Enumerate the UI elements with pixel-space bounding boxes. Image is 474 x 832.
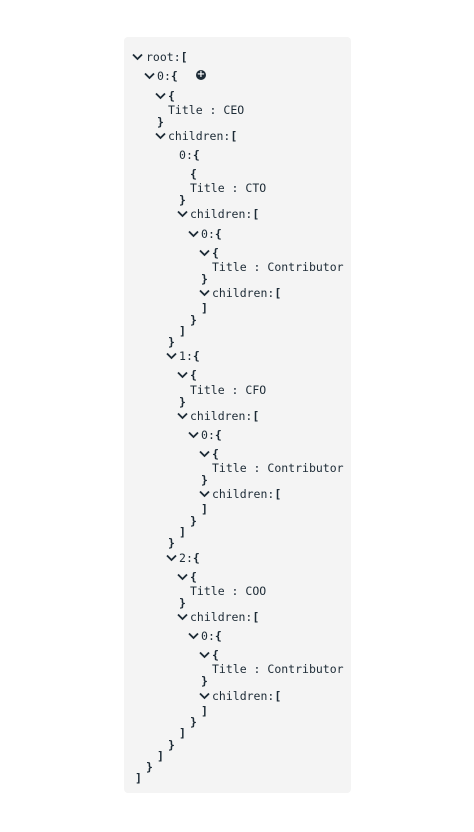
array-close-bracket: ] bbox=[201, 301, 208, 315]
node-index-label: 0:{ bbox=[201, 428, 222, 442]
chevron-down-icon[interactable] bbox=[199, 692, 210, 700]
object-close-brace: } bbox=[179, 596, 186, 610]
chevron-down-icon[interactable] bbox=[166, 554, 177, 562]
title-field: Title : CFO bbox=[190, 383, 267, 397]
object-open-brace: { bbox=[190, 167, 197, 181]
chevron-down-icon[interactable] bbox=[199, 490, 210, 498]
children-label: children:[ bbox=[212, 487, 282, 501]
chevron-down-icon[interactable] bbox=[199, 450, 210, 458]
chevron-down-icon[interactable] bbox=[188, 230, 199, 238]
object-close-brace: } bbox=[168, 738, 175, 752]
chevron-down-icon[interactable] bbox=[188, 431, 199, 439]
object-open-brace: { bbox=[212, 246, 219, 260]
array-close-bracket: ] bbox=[135, 771, 142, 785]
array-close-bracket: ] bbox=[157, 749, 164, 763]
array-close-bracket: ] bbox=[201, 502, 208, 516]
object-open-brace: { bbox=[190, 570, 197, 584]
chevron-down-icon[interactable] bbox=[199, 249, 210, 257]
object-open-brace: { bbox=[168, 89, 175, 103]
chevron-down-icon[interactable] bbox=[199, 289, 210, 297]
chevron-down-icon[interactable] bbox=[132, 53, 143, 61]
children-label: children:[ bbox=[190, 409, 260, 423]
object-close-brace: } bbox=[201, 674, 208, 688]
title-field: Title : COO bbox=[190, 584, 267, 598]
object-close-brace: } bbox=[190, 514, 197, 528]
children-label: children:[ bbox=[190, 207, 260, 221]
chevron-down-icon[interactable] bbox=[155, 132, 166, 140]
object-close-brace: } bbox=[157, 115, 164, 129]
array-close-bracket: ] bbox=[179, 324, 186, 338]
object-open-brace: { bbox=[190, 368, 197, 382]
object-close-brace: } bbox=[190, 715, 197, 729]
chevron-down-icon[interactable] bbox=[188, 632, 199, 640]
object-close-brace: } bbox=[146, 760, 153, 774]
node-index-label: 0:{ bbox=[201, 227, 222, 241]
children-label: children:[ bbox=[190, 610, 260, 624]
children-label: children:[ bbox=[212, 286, 282, 300]
chevron-down-icon[interactable] bbox=[177, 412, 188, 420]
children-label: children:[ bbox=[168, 129, 238, 143]
object-open-brace: { bbox=[212, 648, 219, 662]
children-label: children:[ bbox=[212, 689, 282, 703]
object-open-brace: { bbox=[212, 447, 219, 461]
title-field: Title : CTO bbox=[190, 181, 267, 195]
chevron-down-icon[interactable] bbox=[155, 92, 166, 100]
chevron-down-icon[interactable] bbox=[199, 651, 210, 659]
node-index-label: 2:{ bbox=[179, 551, 200, 565]
object-close-brace: } bbox=[190, 313, 197, 327]
chevron-down-icon[interactable] bbox=[144, 72, 155, 80]
node-index-label: 0:{ bbox=[201, 629, 222, 643]
object-close-brace: } bbox=[179, 193, 186, 207]
node-index-label: 0:{ bbox=[179, 148, 200, 162]
object-close-brace: } bbox=[179, 395, 186, 409]
chevron-down-icon[interactable] bbox=[177, 613, 188, 621]
title-field: Title : CEO bbox=[168, 103, 245, 117]
object-close-brace: } bbox=[168, 335, 175, 349]
title-field: Title : Contributor bbox=[212, 662, 344, 676]
root-node-label: root:[ bbox=[146, 50, 188, 64]
object-close-brace: } bbox=[201, 473, 208, 487]
chevron-down-icon[interactable] bbox=[177, 371, 188, 379]
node-index-label: 0:{ bbox=[157, 69, 178, 83]
node-index-label: 1:{ bbox=[179, 349, 200, 363]
plus-circle-icon[interactable]: + bbox=[196, 70, 206, 80]
chevron-down-icon[interactable] bbox=[177, 573, 188, 581]
chevron-down-icon[interactable] bbox=[177, 210, 188, 218]
object-close-brace: } bbox=[168, 536, 175, 550]
array-close-bracket: ] bbox=[201, 704, 208, 718]
array-close-bracket: ] bbox=[179, 726, 186, 740]
array-close-bracket: ] bbox=[179, 525, 186, 539]
title-field: Title : Contributor bbox=[212, 260, 344, 274]
title-field: Title : Contributor bbox=[212, 461, 344, 475]
object-close-brace: } bbox=[201, 272, 208, 286]
chevron-down-icon[interactable] bbox=[166, 352, 177, 360]
